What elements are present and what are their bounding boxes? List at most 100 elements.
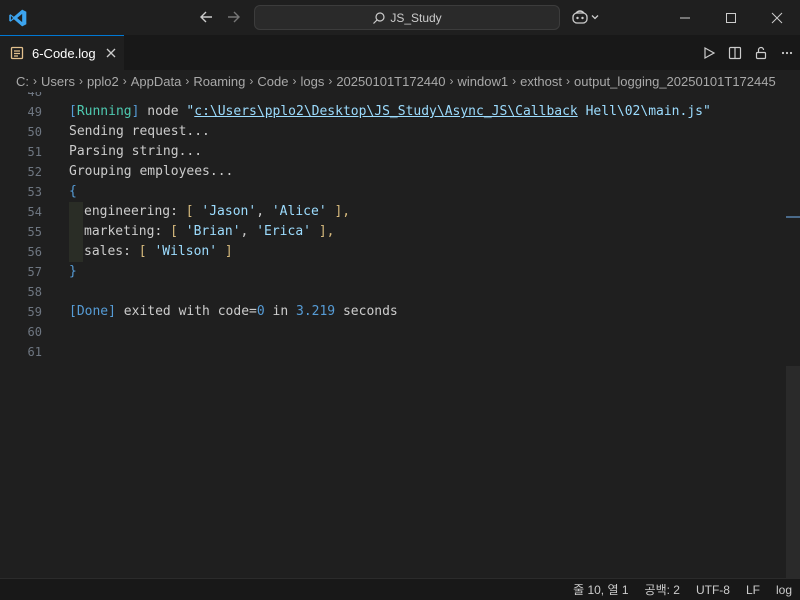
line-number: 54 [27, 205, 42, 219]
line-number: 58 [27, 285, 42, 299]
file-path-rest: Hell\02\main.js [577, 104, 703, 119]
close-window-button[interactable] [754, 0, 800, 35]
status-bar: 줄 10, 열 1 공백: 2 UTF-8 LF log [0, 578, 800, 600]
code-line-55: marketing: [ 'Brian', 'Erica' ], [84, 222, 334, 242]
exit-text: exited with code= [115, 304, 257, 319]
unlock-button[interactable] [748, 40, 774, 66]
string-value: 'Wilson' [154, 244, 218, 259]
code-line-54: engineering: [ 'Jason', 'Alice' ], [84, 202, 350, 222]
exit-text: in [264, 304, 296, 319]
string-value: 'Brian' [185, 224, 241, 239]
command-text: node [139, 104, 187, 119]
object-key: engineering: [84, 204, 186, 219]
code-line-56: sales: [ 'Wilson' ] [84, 242, 233, 262]
split-editor-button[interactable] [722, 40, 748, 66]
line-number: 50 [27, 125, 42, 139]
breadcrumb-item[interactable]: exthost [520, 74, 562, 89]
running-token: Running [76, 104, 132, 119]
breadcrumb-item[interactable]: pplo2 [87, 74, 119, 89]
bracket-token: ] [108, 304, 116, 319]
code-line-53: { [69, 184, 77, 199]
breadcrumb-item[interactable]: C: [16, 74, 29, 89]
breadcrumb-item[interactable]: Code [257, 74, 288, 89]
breadcrumb-item[interactable]: 20250101T172440 [336, 74, 445, 89]
vscode-logo-icon[interactable] [8, 8, 28, 28]
chevron-right-icon: › [249, 74, 254, 88]
copilot-icon [572, 10, 588, 24]
overview-ruler-marker [786, 216, 800, 218]
code-line-57: } [69, 264, 77, 279]
language-mode[interactable]: log [768, 583, 800, 597]
chevron-right-icon: › [449, 74, 454, 88]
close-icon [771, 12, 783, 23]
chevron-right-icon: › [292, 74, 297, 88]
indent-guide [69, 202, 83, 262]
tab-bar: 6-Code.log [0, 35, 800, 70]
minimize-button[interactable] [662, 0, 708, 35]
bracket-token: [ [185, 204, 202, 219]
object-key: marketing: [84, 224, 171, 239]
chevron-right-icon: › [33, 74, 37, 88]
breadcrumb-item[interactable]: output_logging_20250101T172445 [574, 74, 776, 89]
more-actions-button[interactable] [774, 40, 800, 66]
eol-status[interactable]: LF [738, 583, 768, 597]
maximize-button[interactable] [708, 0, 754, 35]
arrow-left-icon[interactable] [198, 8, 216, 26]
quote-token: " [703, 104, 711, 119]
chevron-right-icon: › [78, 74, 83, 88]
code-line-49: [Running] node "c:\Users\pplo2\Desktop\J… [69, 102, 711, 122]
bracket-token: [ [69, 104, 77, 119]
cursor-position[interactable]: 줄 10, 열 1 [565, 581, 636, 598]
line-number: 53 [27, 185, 42, 199]
breadcrumb: C: › Users › pplo2 › AppData › Roaming ›… [0, 70, 800, 92]
line-number: 48 [27, 92, 42, 99]
maximize-icon [726, 12, 736, 23]
code-line-51: Parsing string... [69, 144, 203, 159]
breadcrumb-item[interactable]: AppData [131, 74, 182, 89]
editor-pane[interactable]: 48 49 50 51 52 53 54 55 56 57 58 59 60 6… [0, 92, 800, 578]
bracket-token: ], [326, 204, 351, 219]
breadcrumb-item[interactable]: logs [300, 74, 324, 89]
play-icon [704, 46, 716, 59]
bracket-token: ], [311, 224, 335, 239]
tab-6-code-log[interactable]: 6-Code.log [0, 35, 124, 70]
separator: , [256, 204, 272, 219]
editor-actions [696, 35, 800, 70]
command-center-label: JS_Study [390, 10, 442, 25]
command-center-search[interactable]: JS_Study [254, 5, 560, 30]
close-icon[interactable] [104, 46, 118, 60]
bracket-token: [ [138, 244, 155, 259]
breadcrumb-item[interactable]: window1 [458, 74, 509, 89]
code-line-50: Sending request... [69, 124, 210, 139]
separator: , [240, 224, 257, 239]
chevron-right-icon: › [185, 74, 190, 88]
exit-text: seconds [335, 304, 398, 319]
code-line-52: Grouping employees... [69, 164, 234, 179]
line-number: 60 [27, 325, 42, 339]
chevron-down-icon [591, 15, 599, 20]
string-value: 'Jason' [201, 204, 257, 219]
copilot-menu[interactable] [571, 8, 605, 26]
duration-value: 3.219 [296, 304, 336, 319]
breadcrumb-item[interactable]: Roaming [193, 74, 245, 89]
ellipsis-icon [781, 51, 793, 54]
chevron-right-icon: › [566, 74, 571, 88]
line-number: 56 [27, 245, 42, 259]
arrow-right-icon[interactable] [224, 8, 242, 26]
line-number: 55 [27, 225, 42, 239]
vertical-scrollbar[interactable] [786, 366, 800, 578]
breadcrumb-item[interactable]: Users [41, 74, 75, 89]
file-path-link[interactable]: c:\Users\pplo2\Desktop\JS_Study\Async_JS… [194, 104, 578, 119]
done-token: Done [76, 304, 109, 319]
search-icon [373, 11, 385, 24]
bracket-token: ] [217, 244, 233, 259]
string-value: 'Alice' [271, 204, 327, 219]
indentation-status[interactable]: 공백: 2 [637, 581, 688, 598]
run-button[interactable] [696, 40, 722, 66]
encoding-status[interactable]: UTF-8 [688, 583, 738, 597]
line-number: 59 [27, 305, 42, 319]
log-file-icon [10, 46, 24, 60]
unlock-icon [755, 46, 767, 59]
line-number: 49 [27, 105, 42, 119]
string-value: 'Erica' [256, 224, 311, 239]
